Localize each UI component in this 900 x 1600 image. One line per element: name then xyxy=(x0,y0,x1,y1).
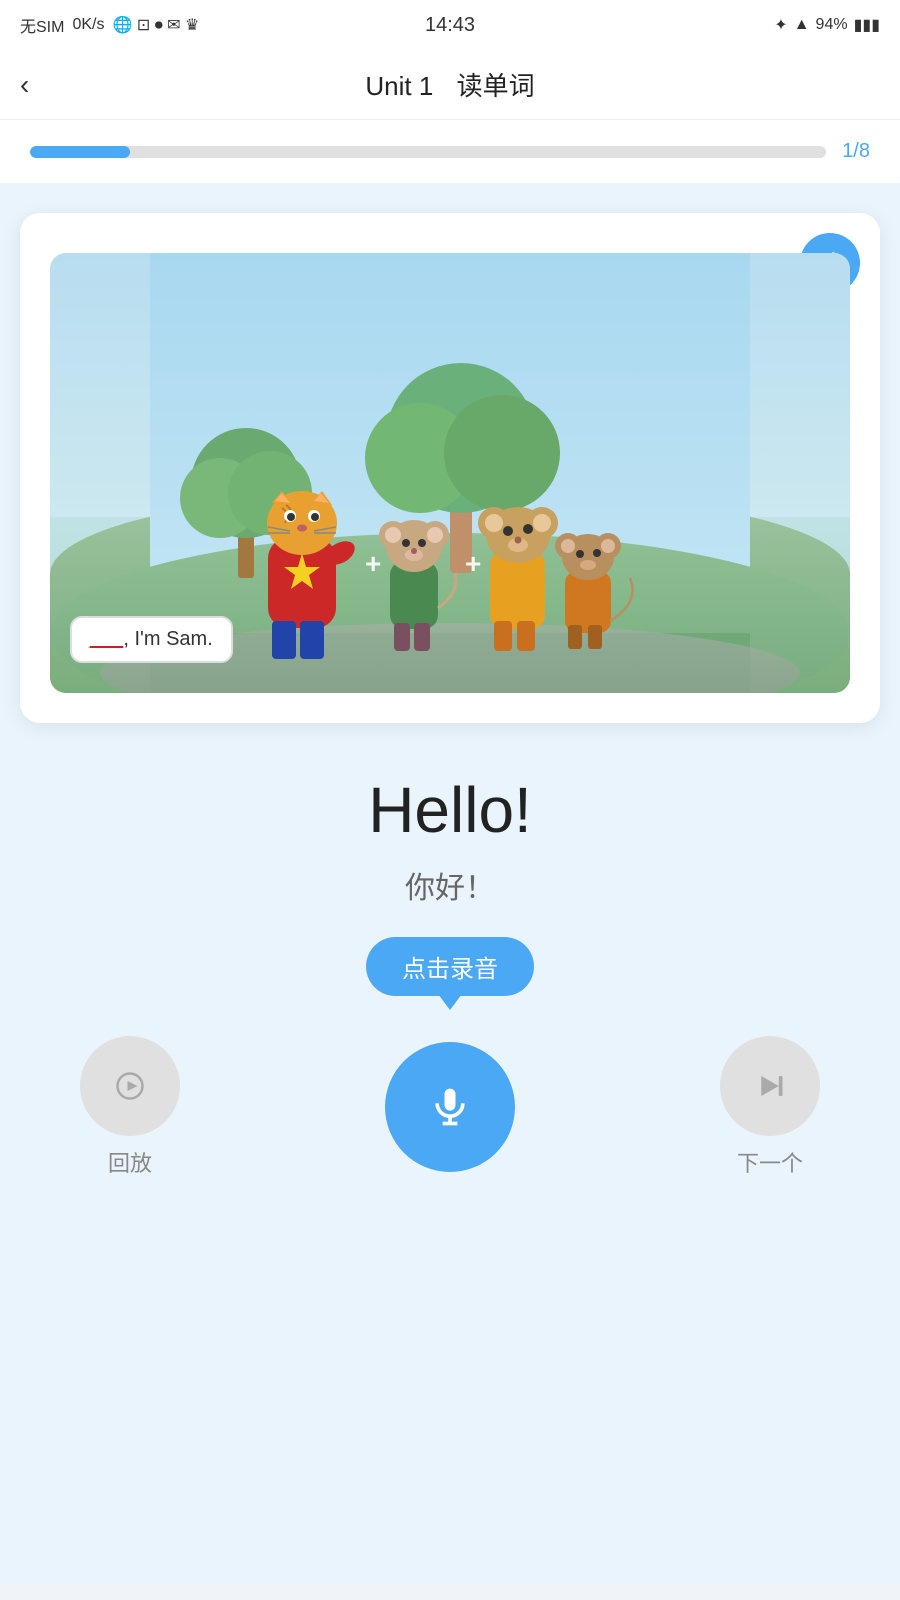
status-icons: 🌐 ⊡ ⏺ ✉ ♛ xyxy=(112,15,199,35)
status-left: 无SIM 0K/s 🌐 ⊡ ⏺ ✉ ♛ xyxy=(20,13,199,37)
record-button[interactable] xyxy=(385,1042,515,1172)
record-tooltip-bubble[interactable]: 点击录音 xyxy=(366,937,534,996)
progress-section: 1/8 xyxy=(0,120,900,183)
flashcard: + xyxy=(20,213,880,723)
record-tooltip-container: 点击录音 xyxy=(20,937,880,996)
status-time: 14:43 xyxy=(425,14,475,37)
next-control: 下一个 xyxy=(720,1036,820,1178)
playback-label: 回放 xyxy=(108,1146,152,1178)
app-header: ‹ Unit 1 读单词 xyxy=(0,50,900,120)
word-section: Hello! 你好！ xyxy=(20,723,880,937)
bluetooth-icon: ✦ xyxy=(774,15,787,35)
network-speed: 0K/s xyxy=(72,16,104,34)
battery-icon: ▮▮▮ xyxy=(854,15,880,35)
progress-bar-background xyxy=(30,146,826,158)
progress-label: 1/8 xyxy=(842,140,870,163)
illustration: + xyxy=(50,253,850,693)
battery-label: 94% xyxy=(816,16,848,34)
next-label: 下一个 xyxy=(737,1146,803,1178)
carrier-text: 无SIM xyxy=(20,13,64,37)
record-control xyxy=(385,1042,515,1172)
progress-bar-fill xyxy=(30,146,130,158)
word-chinese: 你好！ xyxy=(40,863,860,907)
title-unit: Unit 1 xyxy=(365,71,433,101)
microphone-icon xyxy=(428,1085,472,1129)
page-title: Unit 1 读单词 xyxy=(365,66,534,103)
next-button[interactable] xyxy=(720,1036,820,1136)
back-button[interactable]: ‹ xyxy=(20,69,29,101)
svg-text:+: + xyxy=(465,548,481,579)
skip-next-icon xyxy=(755,1071,785,1101)
bottom-controls: 回放 下一个 xyxy=(20,1016,880,1218)
word-english: Hello! xyxy=(40,773,860,847)
speech-text: , I'm Sam. xyxy=(123,628,212,650)
status-right: ✦ ▲ 94% ▮▮▮ xyxy=(774,15,880,35)
wifi-icon: ▲ xyxy=(794,16,810,34)
speech-blank: ___ xyxy=(90,628,123,650)
playback-control: 回放 xyxy=(80,1036,180,1178)
play-icon xyxy=(115,1071,145,1101)
svg-text:+: + xyxy=(365,548,381,579)
playback-button[interactable] xyxy=(80,1036,180,1136)
title-activity: 读单词 xyxy=(457,71,535,101)
content-area: + xyxy=(0,183,900,1583)
speech-bubble: ___, I'm Sam. xyxy=(70,616,233,663)
status-bar: 无SIM 0K/s 🌐 ⊡ ⏺ ✉ ♛ 14:43 ✦ ▲ 94% ▮▮▮ xyxy=(0,0,900,50)
